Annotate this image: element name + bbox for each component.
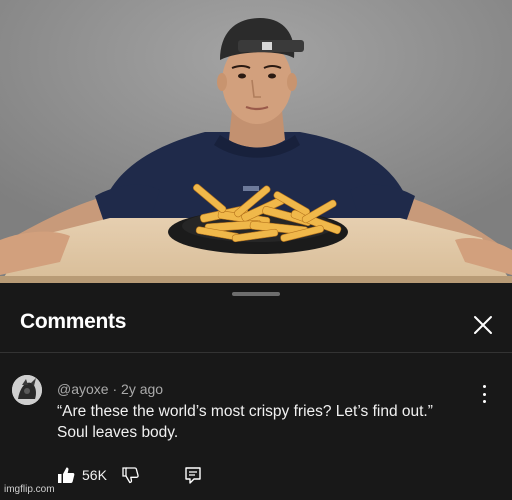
header-divider	[0, 352, 512, 353]
more-options-icon	[482, 385, 486, 388]
drag-handle[interactable]	[232, 292, 280, 296]
more-options-icon-dot	[482, 392, 486, 396]
like-icon	[58, 467, 75, 483]
comment-author[interactable]: @ayoxe	[57, 381, 109, 397]
close-icon	[474, 316, 492, 334]
video-frame[interactable]	[0, 0, 512, 283]
reply-button[interactable]	[184, 466, 202, 488]
meta-separator: ·	[112, 381, 118, 397]
reply-icon	[185, 467, 201, 484]
comment-age: 2y ago	[121, 381, 164, 397]
video-image	[0, 0, 512, 283]
like-button[interactable]: 56K	[57, 466, 107, 484]
comment-meta: @ayoxe · 2y ago	[57, 381, 163, 397]
comments-title: Comments	[20, 310, 127, 333]
comments-panel: Comments @ayoxe · 2y ago “Are these the …	[0, 283, 512, 500]
dislike-icon	[122, 467, 139, 484]
like-count: 56K	[82, 467, 107, 483]
comment-line: “Are these the world’s most crispy fries…	[57, 403, 433, 420]
avatar-image	[12, 375, 42, 405]
comment-text: “Are these the world’s most crispy fries…	[57, 401, 497, 443]
comment-line: Soul leaves body.	[57, 424, 179, 441]
close-button[interactable]	[470, 312, 496, 338]
avatar[interactable]	[12, 375, 42, 405]
watermark: imgflip.com	[4, 484, 55, 495]
dislike-button[interactable]	[122, 466, 140, 488]
